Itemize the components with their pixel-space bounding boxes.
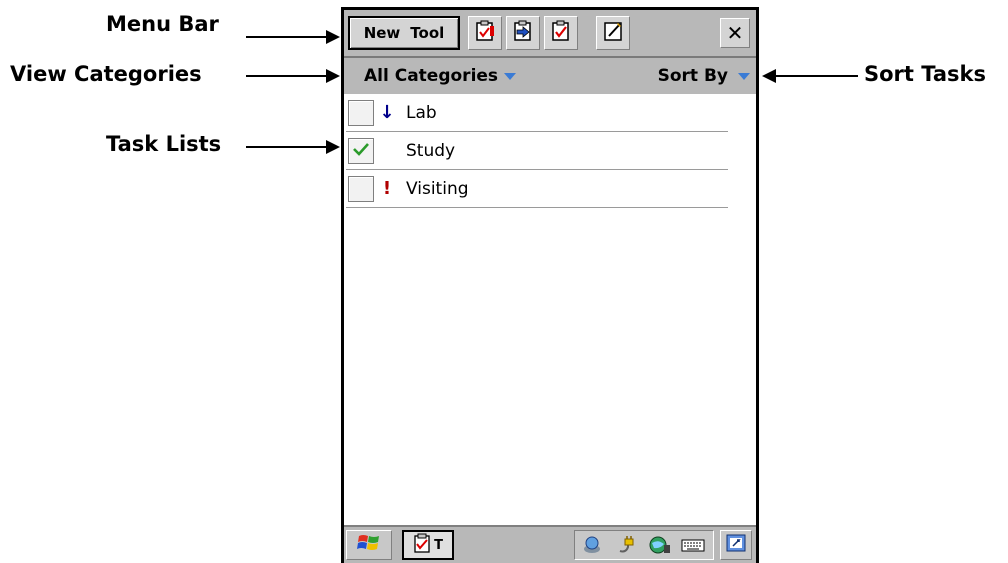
annotation-sort-tasks: Sort Tasks: [864, 62, 987, 86]
categories-label: All Categories: [364, 66, 499, 86]
menu-bar: New Tool ✕: [344, 10, 756, 58]
task-row[interactable]: Study: [346, 132, 728, 170]
tasks-app-label: T: [434, 537, 443, 553]
chevron-down-icon: [738, 72, 750, 80]
note-button[interactable]: [596, 16, 630, 50]
arrow-menu-bar: [246, 36, 328, 38]
sort-label: Sort By: [657, 66, 728, 86]
arrowhead-view-categories: [326, 69, 340, 83]
power-plug-icon[interactable]: [616, 535, 640, 555]
keyboard-icon[interactable]: [681, 535, 705, 555]
close-button[interactable]: ✕: [720, 18, 750, 48]
annotation-menu-bar: Menu Bar: [106, 12, 219, 36]
filter-bar: All Categories Sort By: [344, 58, 756, 94]
arrow-sort-tasks: [776, 75, 858, 77]
task-checkbox[interactable]: [348, 137, 374, 164]
beam-icon: [512, 20, 534, 46]
task-row[interactable]: ! Visiting: [346, 170, 728, 208]
task-label: Visiting: [406, 178, 469, 199]
low-priority-icon: ↓: [379, 102, 395, 123]
input-panel-icon: [725, 532, 747, 558]
arrow-view-categories: [246, 75, 328, 77]
checkmark-icon: [352, 141, 370, 161]
device-frame: New Tool ✕ All Categories Sort By ↓ Lab …: [341, 7, 759, 563]
note-icon: [602, 20, 624, 46]
chevron-down-icon: [504, 72, 517, 80]
new-tool-button[interactable]: New Tool: [348, 16, 460, 50]
screen: New Tool ✕ All Categories Sort By ↓ Lab …: [344, 10, 756, 563]
complete-task-icon: [550, 20, 572, 46]
task-row[interactable]: ↓ Lab: [346, 94, 728, 132]
network-icon[interactable]: [648, 535, 672, 555]
annotation-task-lists: Task Lists: [106, 132, 222, 156]
new-label: New: [363, 24, 401, 42]
annotation-view-categories: View Categories: [10, 62, 202, 86]
beam-button[interactable]: [506, 16, 540, 50]
task-checkbox[interactable]: [348, 99, 374, 126]
taskbar: T: [344, 525, 756, 563]
high-priority-icon: !: [382, 178, 392, 199]
input-panel-button[interactable]: [720, 530, 752, 560]
categories-dropdown[interactable]: All Categories: [364, 66, 517, 86]
task-list: ↓ Lab Study ! Visiting: [346, 94, 728, 208]
system-tray: [574, 530, 714, 560]
task-edit-button[interactable]: [468, 16, 502, 50]
task-label: Lab: [406, 102, 437, 123]
arrow-task-lists: [246, 146, 328, 148]
task-checkbox[interactable]: [348, 175, 374, 202]
close-icon: ✕: [726, 21, 744, 45]
arrowhead-menu-bar: [326, 30, 340, 44]
tool-label: Tool: [410, 24, 445, 42]
start-button[interactable]: [346, 530, 392, 560]
complete-task-button[interactable]: [544, 16, 578, 50]
windows-logo-icon: [357, 532, 381, 558]
task-edit-icon: [474, 20, 496, 46]
tasks-app-icon: [413, 533, 431, 557]
sort-dropdown[interactable]: Sort By: [658, 66, 750, 86]
tasks-app-button[interactable]: T: [402, 530, 454, 560]
connectivity-icon[interactable]: [583, 535, 607, 555]
arrowhead-task-lists: [326, 140, 340, 154]
arrowhead-sort-tasks: [762, 69, 776, 83]
task-label: Study: [406, 140, 456, 161]
